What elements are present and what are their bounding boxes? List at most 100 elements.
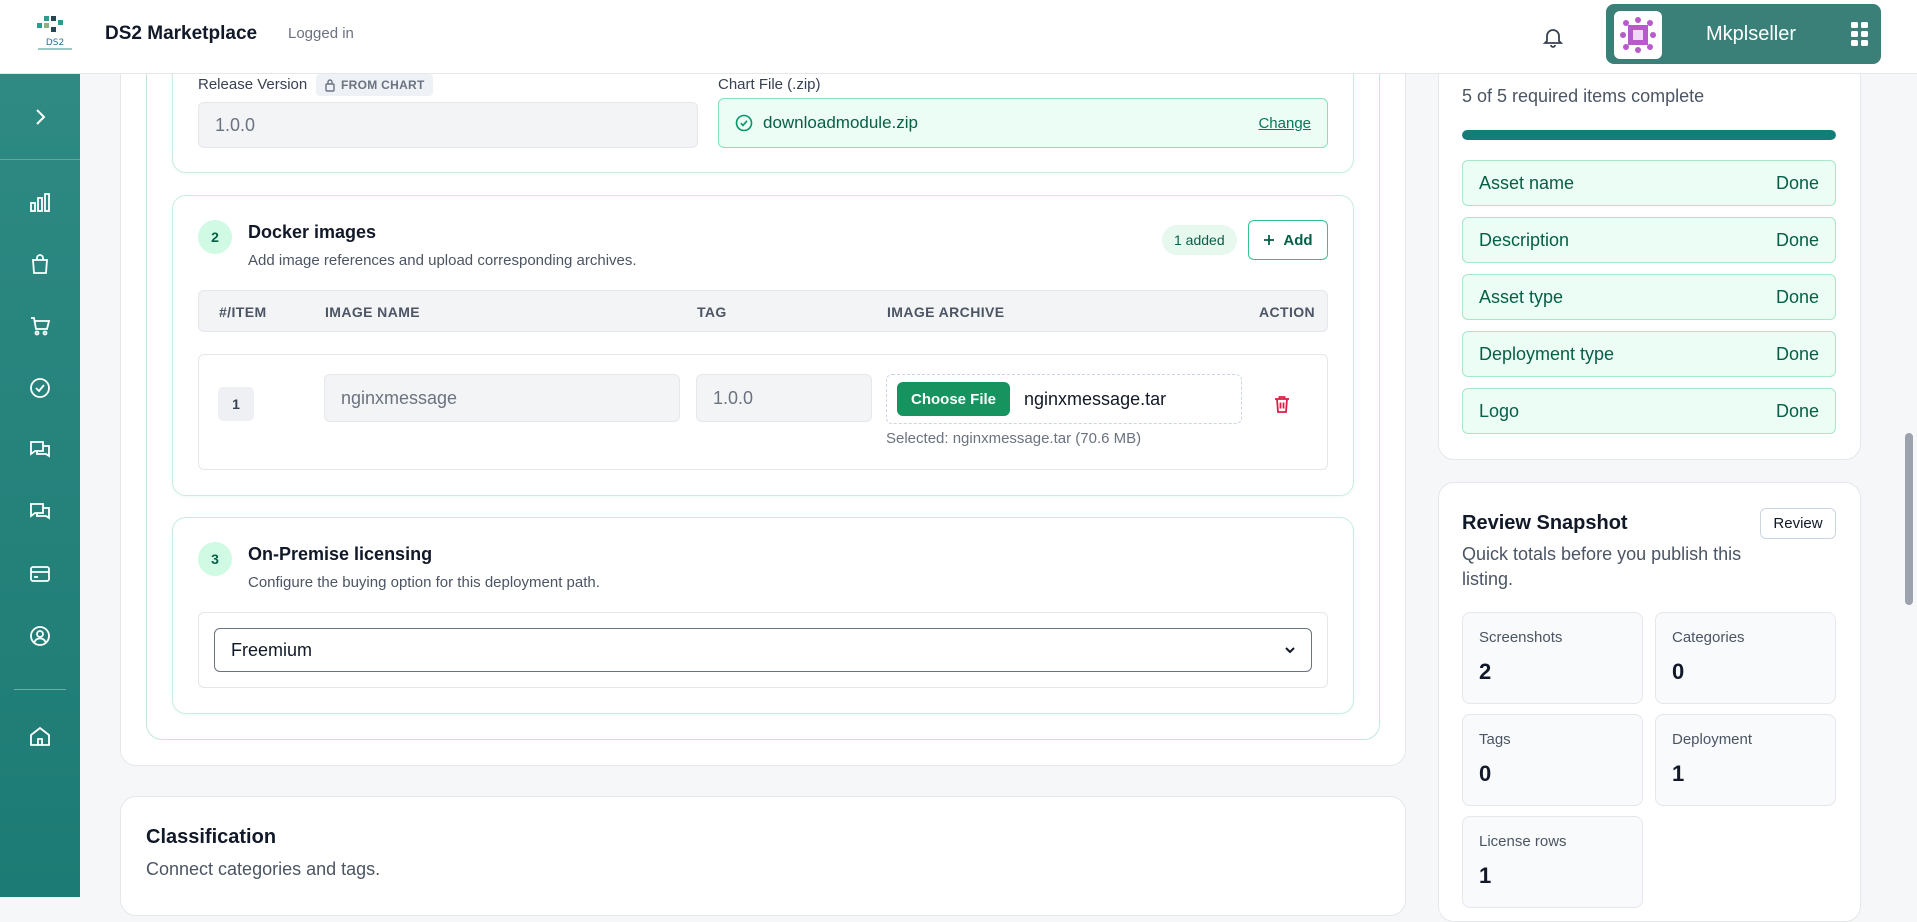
review-snapshot-title: Review Snapshot xyxy=(1462,512,1628,534)
home-icon xyxy=(30,726,50,746)
user-circle-icon xyxy=(30,626,50,646)
change-chart-file-link[interactable]: Change xyxy=(1258,115,1311,132)
checklist-item-status: Done xyxy=(1775,229,1819,250)
release-version-label: Release Version xyxy=(198,76,308,93)
checklist-item: Description Done xyxy=(1462,217,1836,263)
review-button[interactable]: Review xyxy=(1760,508,1836,539)
chart-file-uploaded: downloadmodule.zip Change xyxy=(718,98,1328,148)
archive-file-name: nginxmessage.tar xyxy=(1024,388,1167,409)
add-image-button[interactable]: Add xyxy=(1248,220,1328,260)
sidebar-item-analytics[interactable] xyxy=(20,182,60,222)
ds2-logo[interactable]: DS2 xyxy=(30,14,80,54)
chevron-down-icon xyxy=(1285,647,1295,654)
sidebar-item-home[interactable] xyxy=(20,716,60,756)
checklist-item-status: Done xyxy=(1775,172,1819,193)
sidebar xyxy=(0,74,80,897)
avatar xyxy=(1614,11,1662,59)
bar-chart-icon xyxy=(30,193,50,212)
stat-license-rows: License rows 1 xyxy=(1462,816,1643,908)
sidebar-item-approvals[interactable] xyxy=(20,368,60,408)
chart-file-label: Chart File (.zip) xyxy=(718,76,821,93)
review-snapshot-subtitle: Quick totals before you publish this lis… xyxy=(1462,544,1742,589)
sidebar-item-cart[interactable] xyxy=(20,306,60,346)
checklist-item-status: Done xyxy=(1775,400,1819,421)
column-header-tag: TAG xyxy=(697,304,727,320)
image-archive-file-input[interactable]: Choose File nginxmessage.tar xyxy=(886,374,1242,424)
user-name: Mkplseller xyxy=(1706,23,1797,45)
checklist-item-status: Done xyxy=(1775,343,1819,364)
checklist-item: Deployment type Done xyxy=(1462,331,1836,377)
plus-icon xyxy=(1264,235,1275,245)
checklist-progress-bar xyxy=(1462,130,1836,140)
checklist-item-label: Asset type xyxy=(1479,286,1564,307)
step-number-2: 2 xyxy=(198,220,232,254)
stat-screenshots: Screenshots 2 xyxy=(1462,612,1643,704)
from-chart-chip: FROM CHART xyxy=(316,74,433,96)
stat-deployment: Deployment 1 xyxy=(1655,714,1836,806)
checklist-item: Asset name Done xyxy=(1462,160,1836,206)
add-image-label: Add xyxy=(1283,231,1313,249)
classification-subtitle: Connect categories and tags. xyxy=(146,859,381,879)
column-header-image-archive: IMAGE ARCHIVE xyxy=(887,304,1005,320)
release-version-input[interactable]: 1.0.0 xyxy=(198,102,698,148)
stat-value: 1 xyxy=(1672,761,1685,786)
checklist-item-label: Logo xyxy=(1479,400,1520,421)
selected-file-note: Selected: nginxmessage.tar (70.6 MB) xyxy=(886,430,1142,447)
progress-bar-fill xyxy=(1462,130,1836,140)
sidebar-item-shop[interactable] xyxy=(20,244,60,284)
docker-images-title: Docker images xyxy=(248,222,377,242)
docker-images-subtitle: Add image references and upload correspo… xyxy=(248,252,637,269)
svg-text:DS2: DS2 xyxy=(46,38,64,48)
row-index: 1 xyxy=(218,387,254,421)
user-menu[interactable]: Mkplseller xyxy=(1606,4,1881,64)
app-title: DS2 Marketplace xyxy=(105,23,258,44)
images-table-header: #/ITEM IMAGE NAME TAG IMAGE ARCHIVE ACTI… xyxy=(198,290,1328,332)
step-number-3: 3 xyxy=(198,542,232,576)
check-circle-icon xyxy=(735,114,753,132)
choose-file-button[interactable]: Choose File xyxy=(897,382,1011,416)
stat-value: 0 xyxy=(1672,659,1685,684)
checklist-item-label: Deployment type xyxy=(1479,343,1615,364)
checklist-item-label: Asset name xyxy=(1479,172,1575,193)
licensing-title: On-Premise licensing xyxy=(248,544,433,564)
delete-row-trash-icon[interactable] xyxy=(1270,392,1294,416)
stat-categories: Categories 0 xyxy=(1655,612,1836,704)
selected-buying-option: Freemium xyxy=(231,639,313,660)
sidebar-item-billing[interactable] xyxy=(20,554,60,594)
page-scrollbar[interactable] xyxy=(1905,433,1913,605)
image-name-input[interactable]: nginxmessage xyxy=(324,374,680,422)
checklist-item: Logo Done xyxy=(1462,388,1836,434)
licensing-subtitle: Configure the buying option for this dep… xyxy=(248,574,600,591)
stat-label: Deployment xyxy=(1672,731,1753,748)
sidebar-divider xyxy=(14,689,66,690)
chat-icon xyxy=(30,441,50,458)
stat-value: 0 xyxy=(1479,761,1492,786)
column-header-action: ACTION xyxy=(1259,304,1316,320)
checklist-item-status: Done xyxy=(1775,286,1819,307)
check-circle-icon xyxy=(30,378,50,398)
chart-file-name: downloadmodule.zip xyxy=(763,113,918,132)
checklist-item: Asset type Done xyxy=(1462,274,1836,320)
stat-value: 1 xyxy=(1479,863,1492,888)
cart-icon xyxy=(31,317,51,336)
sidebar-item-profile[interactable] xyxy=(20,616,60,656)
sidebar-item-conversations[interactable] xyxy=(20,492,60,532)
column-header-item: #/ITEM xyxy=(219,304,267,320)
credit-card-icon xyxy=(30,566,50,582)
image-tag-input[interactable]: 1.0.0 xyxy=(696,374,872,422)
classification-card xyxy=(120,796,1406,916)
apps-grid-icon[interactable] xyxy=(1851,22,1869,51)
sidebar-expand-button[interactable] xyxy=(0,74,80,160)
login-status: Logged in xyxy=(288,25,354,42)
classification-title: Classification xyxy=(146,826,277,848)
shopping-bag-icon xyxy=(32,254,48,274)
added-count-badge: 1 added xyxy=(1162,225,1237,255)
notifications-bell-icon[interactable] xyxy=(1536,20,1570,54)
checklist-item-label: Description xyxy=(1479,229,1570,250)
stat-label: Categories xyxy=(1672,629,1745,646)
stat-label: License rows xyxy=(1479,833,1567,850)
sidebar-item-messages[interactable] xyxy=(20,430,60,470)
from-chart-text: FROM CHART xyxy=(341,78,425,92)
buying-option-select[interactable]: Freemium xyxy=(214,628,1312,672)
chat-bubbles-icon xyxy=(30,503,50,520)
